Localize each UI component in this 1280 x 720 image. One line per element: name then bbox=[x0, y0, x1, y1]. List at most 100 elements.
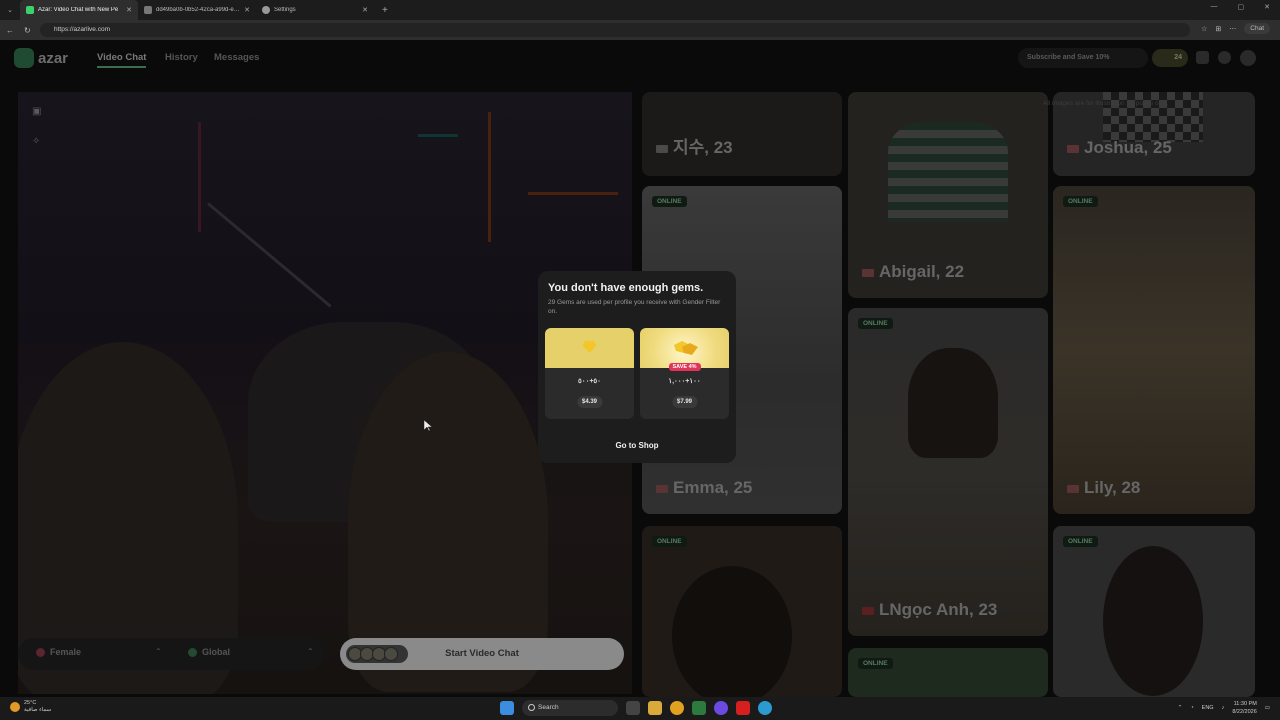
task-view-icon[interactable] bbox=[626, 701, 640, 715]
profile-photo bbox=[672, 566, 792, 697]
flag-icon bbox=[1067, 144, 1079, 153]
online-badge: ONLINE bbox=[858, 318, 893, 329]
profile-name: 지수, 23 bbox=[673, 138, 733, 157]
globe-icon bbox=[188, 647, 197, 657]
start-button-label: Start Video Chat bbox=[445, 648, 519, 659]
region-filter[interactable]: Global bbox=[188, 647, 230, 657]
network-icon[interactable]: ◔ bbox=[1190, 705, 1193, 711]
chevron-up-icon[interactable]: ⌃ bbox=[307, 647, 314, 656]
top-nav: azar Video Chat History Messages Subscri… bbox=[0, 40, 1280, 76]
background-light bbox=[207, 202, 332, 308]
logo-text: azar bbox=[38, 49, 69, 67]
chrome-icon[interactable] bbox=[670, 701, 684, 715]
weather-widget[interactable]: 25°C سماء صافية bbox=[10, 700, 51, 714]
flag-icon bbox=[656, 144, 668, 153]
pack-amount: ٥٠+٥٠٠ bbox=[578, 378, 601, 385]
logo-icon bbox=[14, 48, 34, 68]
excel-icon[interactable] bbox=[692, 701, 706, 715]
pack-price[interactable]: $7.99 bbox=[671, 396, 698, 408]
window-controls: — ▢ ✕ bbox=[1211, 3, 1271, 11]
browser-tab-bar: ⌄ Azar: Video Chat with New Pe ✕ dd49ba0… bbox=[0, 0, 1280, 20]
gem-pack-small[interactable]: ٥٠+٥٠٠ $4.39 bbox=[545, 328, 634, 419]
discord-icon[interactable] bbox=[714, 701, 728, 715]
profile-card[interactable]: ONLINE bbox=[848, 648, 1048, 697]
profile-name: LNgọc Anh, 23 bbox=[879, 600, 998, 619]
save-badge: SAVE 4% bbox=[668, 363, 701, 371]
close-icon[interactable]: ✕ bbox=[126, 6, 132, 14]
flag-icon bbox=[656, 484, 668, 493]
edge-icon[interactable] bbox=[758, 701, 772, 715]
azar-logo[interactable]: azar bbox=[14, 48, 68, 68]
profile-card[interactable]: ONLINE bbox=[1053, 526, 1255, 697]
nav-video-chat[interactable]: Video Chat bbox=[97, 52, 147, 68]
extensions-icon[interactable]: ⊞ bbox=[1215, 25, 1221, 33]
profile-card[interactable]: 지수, 23 bbox=[642, 92, 842, 176]
nav-history[interactable]: History bbox=[165, 52, 198, 63]
nav-messages[interactable]: Messages bbox=[214, 52, 259, 63]
filter-bar: Female ⌃ Global ⌃ bbox=[18, 638, 324, 670]
tab-document[interactable]: dd49ba0b-0b52-42ca-a99d-eaacb ✕ bbox=[138, 0, 256, 20]
chevron-up-icon[interactable]: ⌃ bbox=[155, 647, 162, 656]
online-badge: ONLINE bbox=[1063, 536, 1098, 547]
gear-icon bbox=[262, 6, 270, 14]
profile-card[interactable]: ONLINE bbox=[642, 526, 842, 697]
bell-icon[interactable] bbox=[1218, 51, 1231, 64]
pack-price[interactable]: $4.39 bbox=[576, 396, 603, 408]
refresh-icon[interactable]: ↻ bbox=[24, 26, 31, 35]
tab-azar[interactable]: Azar: Video Chat with New Pe ✕ bbox=[20, 0, 138, 20]
inbox-icon[interactable] bbox=[1196, 51, 1209, 64]
gem-balance[interactable]: 24 bbox=[1152, 49, 1188, 67]
star-icon[interactable]: ☆ bbox=[1201, 25, 1207, 33]
start-video-chat-button[interactable]: Start Video Chat bbox=[340, 638, 624, 670]
profile-card[interactable]: ONLINE LNgọc Anh, 23 bbox=[848, 308, 1048, 636]
online-badge: ONLINE bbox=[858, 658, 893, 669]
close-icon[interactable]: ✕ bbox=[362, 6, 368, 14]
profile-card[interactable]: Abigail, 22 bbox=[848, 92, 1048, 298]
file-explorer-icon[interactable] bbox=[648, 701, 662, 715]
disclaimer: All images are for illustration purposes… bbox=[1043, 100, 1169, 107]
tab-menu-icon[interactable]: ⌄ bbox=[0, 6, 20, 14]
tab-settings[interactable]: Settings ✕ bbox=[256, 0, 374, 20]
clock[interactable]: 11:30 PM 8/22/2026 bbox=[1232, 700, 1256, 716]
gender-filter[interactable]: Female bbox=[36, 647, 81, 657]
magic-wand-icon[interactable]: ✧ bbox=[32, 136, 40, 147]
maximize-icon[interactable]: ▢ bbox=[1238, 3, 1245, 11]
address-bar[interactable]: https://azarlive.com bbox=[40, 23, 1190, 37]
flag-icon bbox=[862, 268, 874, 277]
gem-pack-large[interactable]: SAVE 4% ١٠٠+١,٠٠٠ $7.99 bbox=[640, 328, 729, 419]
new-tab-button[interactable]: + bbox=[382, 5, 388, 16]
taskbar-search[interactable]: Search bbox=[522, 700, 618, 716]
camera-settings-icon[interactable]: ▣ bbox=[32, 106, 41, 117]
subscribe-label: Subscribe and Save 10% bbox=[1027, 54, 1110, 61]
weather-temp: 25°C bbox=[24, 700, 37, 706]
clock-date: 8/22/2026 bbox=[1232, 709, 1257, 715]
back-icon[interactable]: ← bbox=[6, 26, 14, 35]
avatar[interactable] bbox=[1240, 50, 1256, 66]
flag-icon bbox=[1067, 484, 1079, 493]
tab-title: Settings bbox=[274, 7, 296, 13]
windows-start-icon[interactable] bbox=[500, 701, 514, 715]
chat-button[interactable]: Chat bbox=[1244, 23, 1270, 34]
close-icon[interactable]: ✕ bbox=[244, 6, 250, 14]
go-to-shop-button[interactable]: Go to Shop bbox=[538, 441, 736, 450]
minimize-icon[interactable]: — bbox=[1211, 3, 1218, 11]
subscribe-button[interactable]: Subscribe and Save 10% bbox=[1018, 48, 1148, 68]
youtube-icon[interactable] bbox=[736, 701, 750, 715]
profile-photo bbox=[908, 348, 998, 458]
background-light bbox=[418, 134, 458, 137]
notification-icon[interactable]: ▭ bbox=[1265, 705, 1270, 711]
gem-bundle-icon bbox=[673, 341, 698, 355]
chevron-up-icon[interactable]: ⌃ bbox=[1178, 705, 1183, 711]
more-icon[interactable]: ⋯ bbox=[1229, 25, 1236, 33]
profile-name: Joshua, 25 bbox=[1084, 138, 1172, 157]
pack-amount: ١٠٠+١,٠٠٠ bbox=[668, 378, 701, 385]
flag-icon bbox=[862, 606, 874, 615]
lang-indicator[interactable]: ENG bbox=[1202, 705, 1214, 711]
weather-desc: سماء صافية bbox=[24, 707, 52, 713]
profile-card[interactable]: ONLINE Lily, 28 bbox=[1053, 186, 1255, 514]
page-favicon-icon bbox=[144, 6, 152, 14]
browser-toolbar: ← ↻ https://azarlive.com ☆ ⊞ ⋯ Chat bbox=[0, 20, 1280, 40]
volume-icon[interactable]: ♪ bbox=[1222, 705, 1225, 711]
close-window-icon[interactable]: ✕ bbox=[1264, 3, 1270, 11]
profile-name: Lily, 28 bbox=[1084, 478, 1141, 497]
